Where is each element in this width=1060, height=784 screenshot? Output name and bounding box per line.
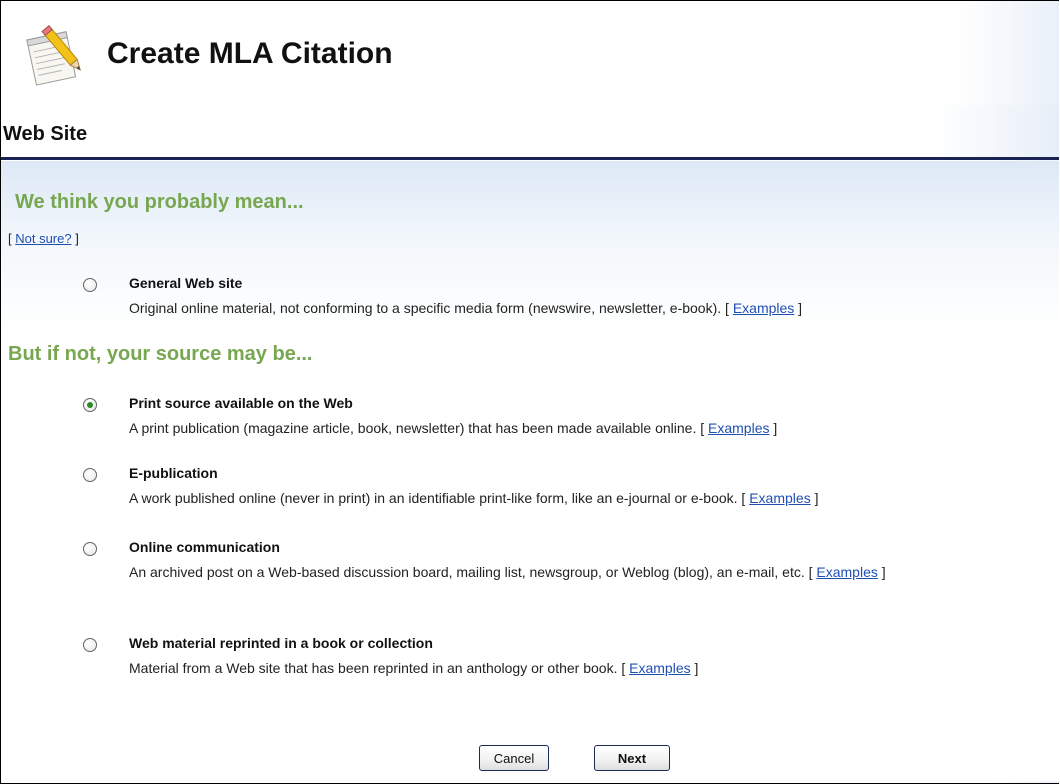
button-row: Cancel Next xyxy=(1,745,1059,775)
suggestion-heading: We think you probably mean... xyxy=(15,191,304,213)
option-description: A print publication (magazine article, b… xyxy=(129,420,778,436)
not-sure-container: [ Not sure? ] xyxy=(8,231,79,246)
cancel-button[interactable]: Cancel xyxy=(479,745,549,771)
section-title: Web Site xyxy=(3,123,88,145)
radio-online-communication[interactable] xyxy=(83,542,97,556)
examples-link[interactable]: Examples xyxy=(733,300,794,316)
option-description-text: An archived post on a Web-based discussi… xyxy=(129,564,805,580)
radio-print-source-on-web[interactable] xyxy=(83,398,97,412)
not-sure-link[interactable]: Not sure? xyxy=(15,231,71,246)
option-description-text: A print publication (magazine article, b… xyxy=(129,420,697,436)
header: Create MLA Citation xyxy=(1,1,1059,105)
option-description: Original online material, not conforming… xyxy=(129,300,803,316)
notepad-pencil-icon xyxy=(23,21,91,89)
option-description: A work published online (never in print)… xyxy=(129,490,819,506)
alternatives-heading: But if not, your source may be... xyxy=(8,343,313,365)
next-button[interactable]: Next xyxy=(594,745,670,771)
option-description-text: Original online material, not conforming… xyxy=(129,300,722,316)
option-description-text: Material from a Web site that has been r… xyxy=(129,660,618,676)
option-description-text: A work published online (never in print)… xyxy=(129,490,738,506)
option-description: Material from a Web site that has been r… xyxy=(129,660,699,676)
radio-general-web-site[interactable] xyxy=(83,278,97,292)
radio-web-material-reprinted[interactable] xyxy=(83,638,97,652)
option-title: Web material reprinted in a book or coll… xyxy=(129,635,433,651)
examples-link[interactable]: Examples xyxy=(749,490,810,506)
examples-link[interactable]: Examples xyxy=(629,660,690,676)
page-title: Create MLA Citation xyxy=(107,37,393,70)
examples-link[interactable]: Examples xyxy=(708,420,769,436)
section-bar: Web Site xyxy=(1,105,1059,160)
examples-link[interactable]: Examples xyxy=(816,564,877,580)
not-sure-close-bracket: ] xyxy=(71,231,79,246)
option-title: E-publication xyxy=(129,465,218,481)
option-description: An archived post on a Web-based discussi… xyxy=(129,564,886,580)
option-title: Print source available on the Web xyxy=(129,395,353,411)
source-type-selection: We think you probably mean... [ Not sure… xyxy=(1,161,1059,781)
option-title: General Web site xyxy=(129,275,243,291)
radio-e-publication[interactable] xyxy=(83,468,97,482)
option-title: Online communication xyxy=(129,539,280,555)
citation-dialog: Create MLA Citation Web Site We think yo… xyxy=(0,0,1059,784)
